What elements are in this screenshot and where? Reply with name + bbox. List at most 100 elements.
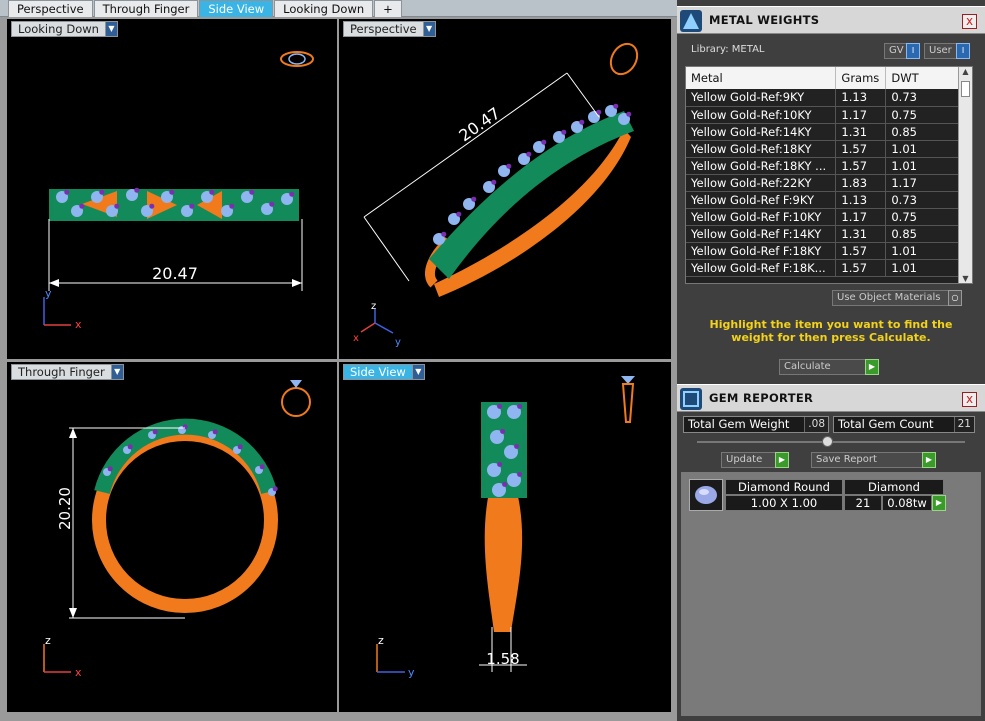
chevron-down-icon[interactable]: ▼ <box>412 364 425 380</box>
viewport-label-side-view[interactable]: Side View ▼ <box>343 364 425 380</box>
metal-cell: Yellow Gold-Ref:22KY <box>686 174 837 192</box>
dwt-cell: 1.01 <box>885 242 960 260</box>
side-view-dimension: 1.58 <box>486 650 519 668</box>
table-row[interactable]: Yellow Gold-Ref:14KY 1.31 0.85 <box>686 123 960 141</box>
through-finger-dimension: 20.20 <box>56 487 74 530</box>
total-gem-count-value: 21 <box>953 417 974 432</box>
table-row[interactable]: Yellow Gold-Ref F:10KY 1.17 0.75 <box>686 208 960 226</box>
dwt-cell: 0.73 <box>885 89 960 107</box>
dwt-cell: 1.17 <box>885 174 960 192</box>
gem-row[interactable]: Diamond Round Diamond 1.00 X 1.00 21 0.0… <box>689 479 946 513</box>
grams-cell: 1.31 <box>835 123 887 141</box>
metal-cell: Yellow Gold-Ref F:9KY <box>686 191 837 209</box>
viewport-label-perspective[interactable]: Perspective ▼ <box>343 21 436 37</box>
table-row[interactable]: Yellow Gold-Ref F:18KY 1.57 1.01 <box>686 242 960 260</box>
column-header-dwt[interactable]: DWT <box>885 67 960 89</box>
grams-cell: 1.57 <box>835 157 887 175</box>
metal-cell: Yellow Gold-Ref F:10KY <box>686 208 837 226</box>
table-row[interactable]: Yellow Gold-Ref F:9KY 1.13 0.73 <box>686 191 960 209</box>
chevron-down-icon[interactable]: ▼ <box>959 274 972 283</box>
chevron-down-icon[interactable]: ▼ <box>105 21 118 37</box>
table-row[interactable]: Yellow Gold-Ref:10KY 1.17 0.75 <box>686 106 960 124</box>
save-report-button[interactable]: Save Report ▶ <box>811 452 936 468</box>
chevron-down-icon[interactable]: ▼ <box>423 21 436 37</box>
metal-cell: Yellow Gold-Ref F:18K... <box>686 259 837 277</box>
metal-weights-header: METAL WEIGHTS x <box>677 6 985 34</box>
metal-cell: Yellow Gold-Ref:14KY <box>686 123 837 141</box>
user-toggle[interactable]: User I <box>924 43 970 59</box>
close-icon[interactable]: x <box>962 392 977 407</box>
metal-cell: Yellow Gold-Ref:10KY <box>686 106 837 124</box>
axis-y-label: y <box>408 666 415 679</box>
metal-cell: Yellow Gold-Ref F:18KY <box>686 242 837 260</box>
tab-perspective[interactable]: Perspective <box>8 0 93 17</box>
tab-through-finger[interactable]: Through Finger <box>93 0 199 17</box>
axis-z-label: z <box>378 634 384 647</box>
gem-select-button[interactable]: ▶ <box>932 495 946 511</box>
viewport-looking-down[interactable]: 20.47 y x Looking Down ▼ <box>7 19 337 359</box>
dwt-cell: 0.85 <box>885 123 960 141</box>
dwt-cell: 0.75 <box>885 106 960 124</box>
gem-shape: Diamond Round <box>725 479 843 495</box>
metal-cell: Yellow Gold-Ref:9KY <box>686 89 837 107</box>
table-row[interactable]: Yellow Gold-Ref F:14KY 1.31 0.85 <box>686 225 960 243</box>
dwt-cell: 1.01 <box>885 157 960 175</box>
axis-z-label: z <box>45 634 51 647</box>
scroll-thumb[interactable] <box>961 81 970 97</box>
add-tab-button[interactable]: + <box>374 0 402 17</box>
grams-cell: 1.57 <box>835 140 887 158</box>
column-header-grams[interactable]: Grams <box>835 67 887 89</box>
dwt-cell: 0.73 <box>885 191 960 209</box>
grams-cell: 1.13 <box>835 89 887 107</box>
axis-y-label: y <box>45 287 52 300</box>
viewport-label-through-finger[interactable]: Through Finger ▼ <box>11 364 124 380</box>
grams-cell: 1.57 <box>835 242 887 260</box>
gem-list-area: Diamond Round Diamond 1.00 X 1.00 21 0.0… <box>681 472 981 716</box>
looking-down-model: 20.47 y x <box>43 51 314 331</box>
use-object-materials-toggle[interactable]: Use Object Materials ○ <box>832 290 962 306</box>
gv-toggle[interactable]: GV I <box>884 43 920 59</box>
side-view-model: 1.58 z y <box>376 376 635 679</box>
grams-cell: 1.31 <box>835 225 887 243</box>
right-panel: METAL WEIGHTS x Library: METAL GV I User I… <box>677 0 985 721</box>
table-row[interactable]: Yellow Gold-Ref F:18K... 1.57 1.01 <box>686 259 960 277</box>
dwt-cell: 1.01 <box>885 140 960 158</box>
tab-looking-down[interactable]: Looking Down <box>274 0 374 17</box>
gem-reporter-title: GEM REPORTER <box>709 391 814 405</box>
gem-size: 1.00 X 1.00 <box>725 495 843 511</box>
table-row[interactable]: Yellow Gold-Ref:18KY 1.57 1.01 <box>686 140 960 158</box>
perspective-dimension: 20.47 <box>455 103 503 145</box>
axis-z-label: z <box>371 301 376 312</box>
close-icon[interactable]: x <box>962 14 977 29</box>
dwt-cell: 0.75 <box>885 208 960 226</box>
column-header-metal[interactable]: Metal <box>686 67 837 89</box>
grams-cell: 1.57 <box>835 259 887 277</box>
viewport-perspective[interactable]: 20.47 z x y Perspective ▼ <box>339 19 671 359</box>
viewport-label-looking-down[interactable]: Looking Down ▼ <box>11 21 118 37</box>
gem-count: 21 <box>844 495 882 511</box>
calculate-button[interactable]: Calculate ▶ <box>779 359 879 375</box>
table-row[interactable]: Yellow Gold-Ref:22KY 1.83 1.17 <box>686 174 960 192</box>
library-label: Library: METAL <box>691 44 765 55</box>
splitter-handle[interactable] <box>822 436 833 447</box>
gem-type: Diamond <box>844 479 944 495</box>
metal-cell: Yellow Gold-Ref:18KY <box>686 140 837 158</box>
table-row[interactable]: Yellow Gold-Ref:9KY 1.13 0.73 <box>686 89 960 107</box>
grams-cell: 1.17 <box>835 208 887 226</box>
dwt-cell: 1.01 <box>885 259 960 277</box>
tab-side-view[interactable]: Side View <box>199 0 274 17</box>
diamond-round-icon <box>689 479 723 511</box>
axis-x-label: x <box>75 666 82 679</box>
table-row[interactable]: Yellow Gold-Ref:18KY ... 1.57 1.01 <box>686 157 960 175</box>
metal-weights-title: METAL WEIGHTS <box>709 13 820 27</box>
metal-table-scrollbar[interactable]: ▲ ▼ <box>958 67 972 283</box>
axis-x-label: x <box>353 333 359 344</box>
chevron-down-icon[interactable]: ▼ <box>111 364 124 380</box>
metal-cell: Yellow Gold-Ref F:14KY <box>686 225 837 243</box>
chevron-up-icon[interactable]: ▲ <box>959 67 972 81</box>
looking-down-dimension: 20.47 <box>152 264 198 283</box>
viewport-side-view[interactable]: 1.58 z y Side View ▼ <box>339 362 671 712</box>
update-button[interactable]: Update ▶ <box>721 452 789 468</box>
grams-cell: 1.17 <box>835 106 887 124</box>
viewport-through-finger[interactable]: 20.20 z x Through Finger ▼ <box>7 362 337 712</box>
